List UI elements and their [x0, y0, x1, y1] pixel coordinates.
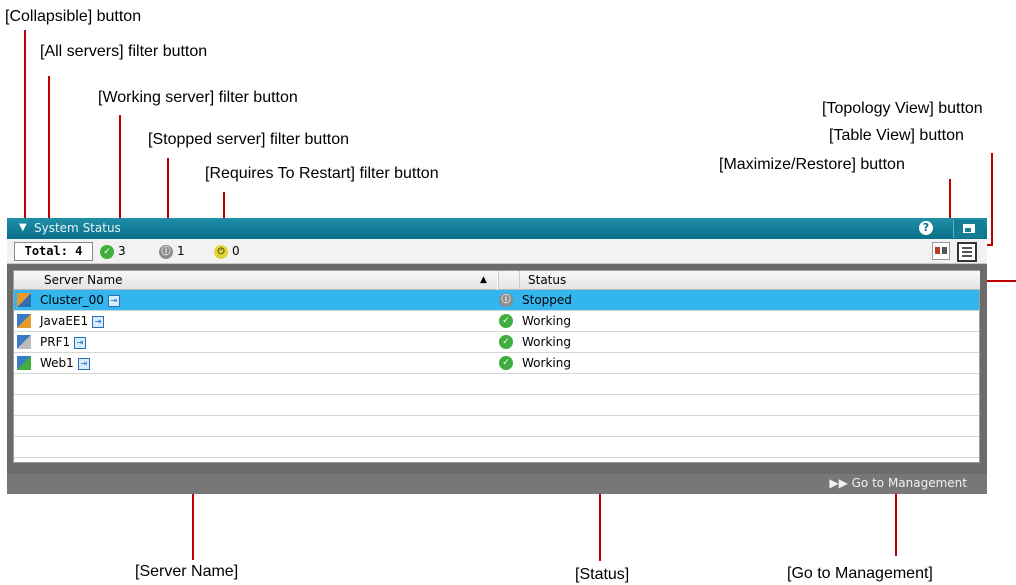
sort-ascending-icon: ▲	[480, 275, 487, 285]
collapse-triangle-icon[interactable]: ▼	[19, 222, 27, 233]
leader-table-view-v	[991, 153, 993, 246]
callout-maximize-restore: [Maximize/Restore] button	[719, 156, 905, 173]
column-header-status[interactable]: Status	[519, 271, 980, 290]
server-name: PRF1	[40, 335, 71, 349]
working-status-icon: ✓	[499, 314, 513, 328]
server-name-cell: PRF1 ⇥	[40, 332, 87, 352]
filter-toolbar: Total: 4 ✓ 3 ⓘ 1 ⏻ 0	[7, 239, 987, 264]
requires-restart-filter-button[interactable]: ⏻ 0	[214, 243, 240, 259]
widget-title: System Status	[34, 221, 121, 235]
all-servers-filter-button[interactable]: Total: 4	[14, 242, 93, 261]
column-header-label: Status	[528, 273, 567, 287]
callout-all-servers: [All servers] filter button	[40, 43, 208, 60]
open-link-icon[interactable]: ⇥	[92, 315, 105, 328]
stopped-server-filter-button[interactable]: ⓘ 1	[159, 243, 185, 259]
status-text: Working	[522, 335, 571, 349]
open-link-icon[interactable]: ⇥	[74, 336, 87, 349]
go-to-management-link[interactable]: ▶▶ Go to Management	[829, 476, 967, 490]
title-bar: ▼ System Status ?	[7, 218, 987, 239]
leader-collapsible	[24, 30, 26, 226]
callout-table-view: [Table View] button	[829, 127, 964, 144]
status-text: Working	[522, 356, 571, 370]
working-count: 3	[118, 244, 126, 258]
callout-working-server: [Working server] filter button	[98, 89, 298, 106]
callout-stopped-server: [Stopped server] filter button	[148, 131, 349, 148]
server-icon	[17, 335, 31, 349]
leader-go-to-management	[895, 492, 897, 556]
maximize-restore-button[interactable]	[953, 220, 984, 238]
empty-row	[14, 395, 979, 416]
system-status-widget: ▼ System Status ? Total: 4 ✓ 3 ⓘ 1 ⏻ 0 S…	[7, 218, 987, 494]
server-name: Web1	[40, 356, 74, 370]
callout-requires-restart: [Requires To Restart] filter button	[205, 165, 439, 182]
working-status-icon: ✓	[100, 244, 114, 259]
server-table: Server Name ▲ Status Cluster_00 ⇥ ⓘ Stopp…	[13, 270, 980, 463]
callout-topology-view: [Topology View] button	[822, 100, 983, 117]
working-status-icon: ✓	[499, 335, 513, 349]
server-name: Cluster_00	[40, 293, 104, 307]
table-row[interactable]: JavaEE1 ⇥ ✓ Working	[14, 311, 979, 332]
callout-collapsible: [Collapsible] button	[5, 8, 142, 25]
open-link-icon[interactable]: ⇥	[77, 357, 90, 370]
leader-all-servers	[48, 76, 50, 226]
callout-status: [Status]	[575, 566, 630, 583]
server-icon	[17, 314, 31, 328]
server-name: JavaEE1	[40, 314, 89, 328]
restart-status-icon: ⏻	[214, 244, 228, 259]
stopped-count: 1	[177, 244, 185, 258]
working-server-filter-button[interactable]: ✓ 3	[100, 243, 126, 259]
column-header-server-name[interactable]: Server Name ▲	[14, 271, 497, 290]
status-text: Working	[522, 314, 571, 328]
server-name-cell: Cluster_00 ⇥	[40, 290, 120, 310]
open-link-icon[interactable]: ⇥	[107, 294, 120, 307]
server-icon	[17, 356, 31, 370]
empty-row	[14, 374, 979, 395]
column-header-label: Server Name	[44, 273, 123, 287]
table-view-button[interactable]	[957, 242, 977, 262]
server-name-cell: Web1 ⇥	[40, 353, 90, 373]
restart-count: 0	[232, 244, 240, 258]
empty-row	[14, 437, 979, 458]
table-row[interactable]: Web1 ⇥ ✓ Working	[14, 353, 979, 374]
stopped-status-icon: ⓘ	[499, 293, 513, 307]
help-icon[interactable]: ?	[919, 221, 933, 235]
maximize-icon	[963, 224, 975, 233]
leader-maximize	[949, 179, 951, 223]
topology-view-button[interactable]	[932, 242, 950, 260]
callout-go-to-management: [Go to Management]	[787, 565, 933, 582]
cluster-icon	[17, 293, 31, 307]
server-name-cell: JavaEE1 ⇥	[40, 311, 105, 331]
column-header-status-icon[interactable]	[498, 271, 519, 290]
widget-footer: ▶▶ Go to Management	[7, 474, 987, 494]
working-status-icon: ✓	[499, 356, 513, 370]
stopped-status-icon: ⓘ	[159, 244, 173, 259]
table-row[interactable]: Cluster_00 ⇥ ⓘ Stopped	[14, 290, 979, 311]
empty-row	[14, 416, 979, 437]
callout-server-name: [Server Name]	[135, 563, 239, 580]
table-row[interactable]: PRF1 ⇥ ✓ Working	[14, 332, 979, 353]
status-text: Stopped	[522, 293, 572, 307]
